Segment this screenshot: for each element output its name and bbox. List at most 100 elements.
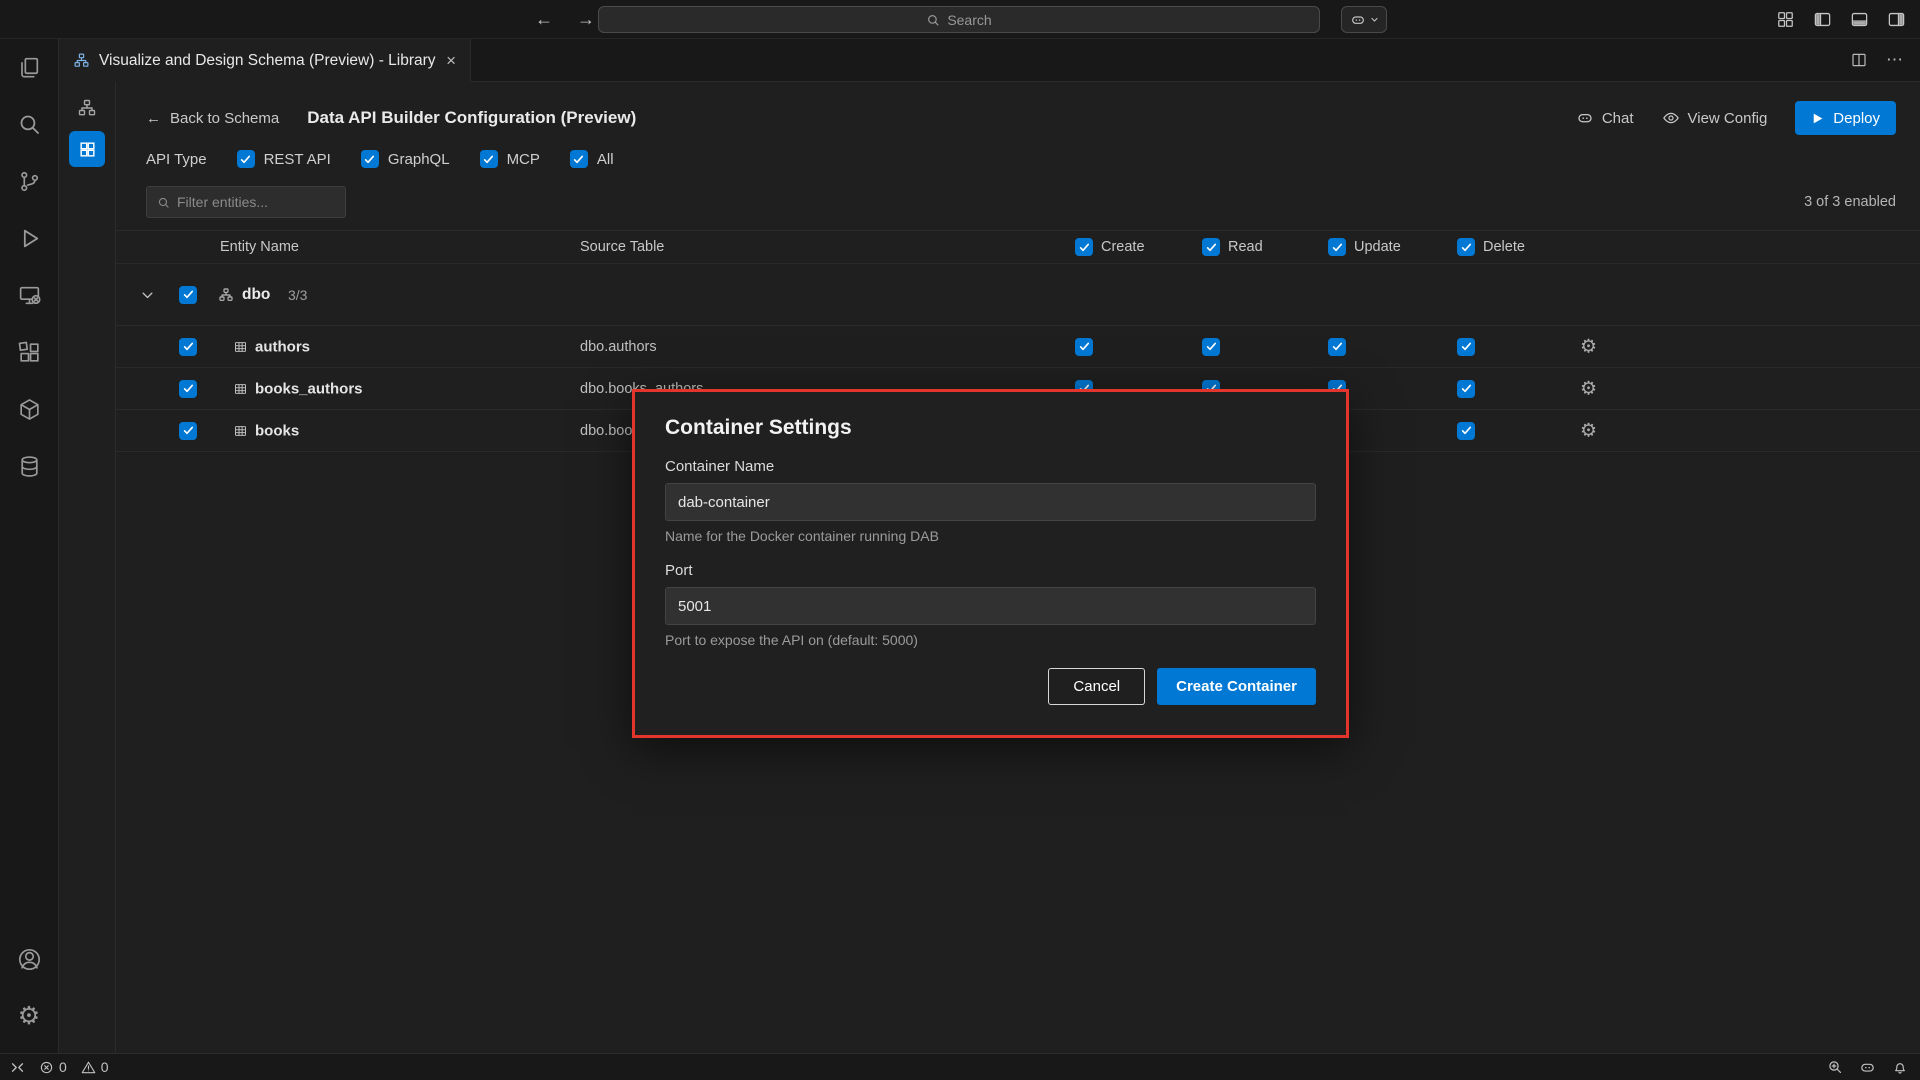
read-all-checkbox[interactable]	[1202, 238, 1220, 256]
enabled-summary: 3 of 3 enabled	[1804, 194, 1896, 210]
toggle-secondary-sidebar-icon[interactable]	[1887, 10, 1906, 29]
graphql-checkbox[interactable]	[361, 150, 379, 168]
table-header-row: Entity Name Source Table Create Read	[116, 230, 1920, 264]
row-settings-gear-icon[interactable]: ⚙	[1580, 337, 1597, 356]
copilot-menu-button[interactable]	[1341, 6, 1387, 33]
source-table: dbo.authors	[580, 339, 657, 355]
package-cube-icon[interactable]	[0, 381, 59, 438]
group-checkbox[interactable]	[179, 286, 197, 304]
col-create: Create	[1075, 238, 1145, 256]
filter-entities-box[interactable]	[146, 186, 346, 218]
search-view-icon[interactable]	[0, 96, 59, 153]
problems-errors[interactable]: 0	[39, 1059, 67, 1075]
api-type-label: API Type	[146, 151, 207, 168]
row-checkbox[interactable]	[179, 338, 197, 356]
api-type-rest[interactable]: REST API	[237, 150, 331, 168]
vscode-window: ← → Search	[0, 0, 1920, 1080]
read-header-label: Read	[1228, 239, 1263, 255]
database-icon[interactable]	[0, 438, 59, 495]
all-label: All	[597, 151, 614, 168]
port-field[interactable]	[665, 587, 1316, 625]
filter-row: 3 of 3 enabled	[146, 186, 1896, 218]
more-actions-icon[interactable]: ⋯	[1886, 50, 1904, 70]
table-entity-icon	[233, 381, 248, 396]
remote-explorer-icon[interactable]	[0, 267, 59, 324]
command-center-search[interactable]: Search	[598, 6, 1320, 33]
delete-all-checkbox[interactable]	[1457, 238, 1475, 256]
api-type-graphql[interactable]: GraphQL	[361, 150, 450, 168]
all-checkbox[interactable]	[570, 150, 588, 168]
view-config-button[interactable]: View Config	[1662, 109, 1768, 127]
view-switcher	[59, 82, 116, 1053]
rest-api-checkbox[interactable]	[237, 150, 255, 168]
view-config-label: View Config	[1688, 110, 1768, 127]
dialog-actions: Cancel Create Container	[665, 668, 1316, 705]
cancel-button[interactable]: Cancel	[1048, 668, 1145, 705]
row-checkbox[interactable]	[179, 380, 197, 398]
schema-view-icon[interactable]	[77, 98, 97, 118]
extensions-icon[interactable]	[0, 324, 59, 381]
copilot-status-icon[interactable]	[1859, 1059, 1876, 1076]
status-bar-right	[1827, 1059, 1920, 1076]
create-container-button[interactable]: Create Container	[1157, 668, 1316, 705]
create-checkbox[interactable]	[1075, 338, 1093, 356]
deploy-button[interactable]: Deploy	[1795, 101, 1896, 135]
back-to-schema-link[interactable]: ← Back to Schema	[146, 110, 279, 127]
col-update: Update	[1328, 238, 1401, 256]
delete-checkbox[interactable]	[1457, 338, 1475, 356]
table-entity-icon	[233, 423, 248, 438]
split-editor-icon[interactable]	[1850, 51, 1868, 69]
col-entity-name: Entity Name	[220, 239, 299, 255]
row-settings-gear-icon[interactable]: ⚙	[1580, 379, 1597, 398]
delete-checkbox[interactable]	[1457, 422, 1475, 440]
api-type-mcp[interactable]: MCP	[480, 150, 540, 168]
api-type-all[interactable]: All	[570, 150, 614, 168]
toggle-sidebar-icon[interactable]	[1813, 10, 1832, 29]
source-control-icon[interactable]	[0, 153, 59, 210]
tab-label: Visualize and Design Schema (Preview) - …	[99, 52, 436, 70]
row-settings-gear-icon[interactable]: ⚙	[1580, 421, 1597, 440]
delete-header-label: Delete	[1483, 239, 1525, 255]
delete-checkbox[interactable]	[1457, 380, 1475, 398]
customize-layout-icon[interactable]	[1776, 10, 1795, 29]
explorer-icon[interactable]	[0, 39, 59, 96]
run-debug-icon[interactable]	[0, 210, 59, 267]
toolbar-actions: Chat View Config Deploy	[1576, 101, 1896, 135]
container-name-help: Name for the Docker container running DA…	[665, 528, 1316, 544]
tab-visualize-schema[interactable]: Visualize and Design Schema (Preview) - …	[59, 39, 471, 82]
graphql-label: GraphQL	[388, 151, 450, 168]
search-label: Search	[947, 12, 991, 28]
back-arrow-icon[interactable]: ←	[535, 9, 553, 30]
update-all-checkbox[interactable]	[1328, 238, 1346, 256]
schema-group-row[interactable]: dbo 3/3	[116, 264, 1920, 326]
remote-window-icon[interactable]	[10, 1060, 25, 1075]
zoom-icon[interactable]	[1827, 1059, 1843, 1075]
problems-warnings[interactable]: 0	[81, 1059, 109, 1075]
read-checkbox[interactable]	[1202, 338, 1220, 356]
activity-bar: ⚙	[0, 39, 59, 1053]
filter-entities-input[interactable]	[177, 194, 335, 210]
mcp-checkbox[interactable]	[480, 150, 498, 168]
create-all-checkbox[interactable]	[1075, 238, 1093, 256]
entity-name: authors	[255, 338, 310, 355]
account-icon[interactable]	[0, 931, 59, 988]
forward-arrow-icon[interactable]: →	[577, 9, 595, 30]
entity-name: books_authors	[255, 380, 363, 397]
container-name-field[interactable]	[665, 483, 1316, 521]
settings-gear-icon[interactable]: ⚙	[0, 988, 59, 1045]
row-checkbox[interactable]	[179, 422, 197, 440]
page-title: Data API Builder Configuration (Preview)	[307, 108, 636, 128]
entity-name: books	[255, 422, 299, 439]
col-delete: Delete	[1457, 238, 1525, 256]
chevron-down-icon[interactable]	[140, 287, 155, 302]
table-entity-icon	[233, 339, 248, 354]
container-name-label: Container Name	[665, 458, 1316, 475]
bell-icon[interactable]	[1892, 1059, 1908, 1075]
tab-close-icon[interactable]: ×	[446, 51, 456, 71]
status-bar-left: 0 0	[0, 1059, 109, 1075]
update-checkbox[interactable]	[1328, 338, 1346, 356]
chat-button[interactable]: Chat	[1576, 109, 1634, 127]
chat-label: Chat	[1602, 110, 1634, 127]
toggle-panel-icon[interactable]	[1850, 10, 1869, 29]
config-grid-view-icon[interactable]	[69, 131, 105, 167]
